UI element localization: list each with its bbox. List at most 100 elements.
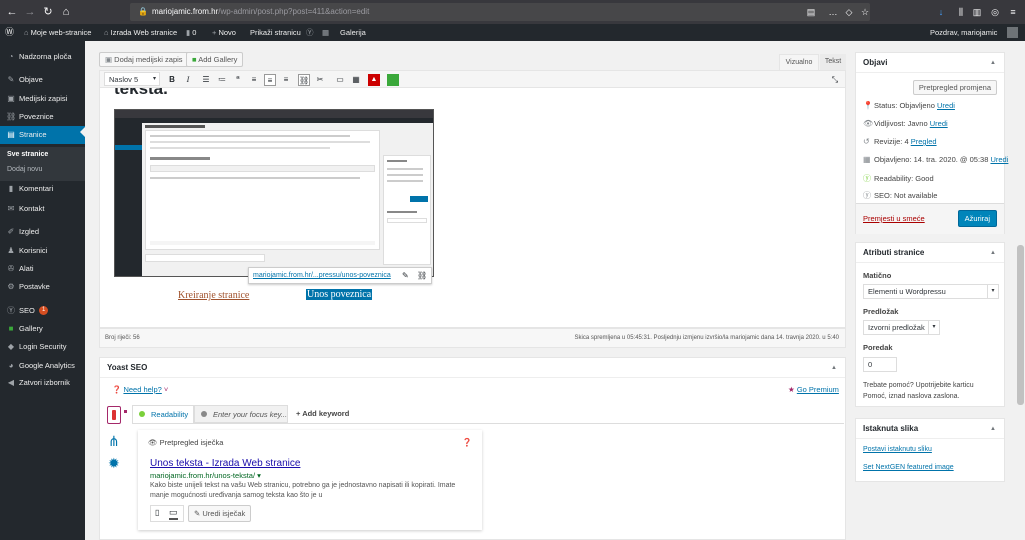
home-icon[interactable]: ⌂	[58, 4, 74, 20]
reader-icon[interactable]: ▤	[804, 5, 818, 19]
tab-readability[interactable]: Readability	[132, 405, 194, 423]
adminbar-comments[interactable]: ▮ 0	[186, 24, 196, 41]
sidebar-item-poveznice[interactable]: ⛓ Poveznice	[0, 108, 85, 126]
desktop-icon[interactable]: ▭	[169, 507, 178, 520]
sidebar-item-komentari[interactable]: ▮ Komentari	[0, 180, 85, 198]
selected-link-unos-poveznica[interactable]: Unos poveznica	[306, 289, 373, 300]
scrollbar-thumb[interactable]	[1017, 245, 1024, 405]
mobile-icon[interactable]: ▯	[155, 508, 159, 517]
link-popup-url[interactable]: mariojamic.from.hr/...pressu/unos-povezn…	[253, 272, 391, 279]
sidebar-item-nadzorna-ploča[interactable]: ◔ Nadzorna ploča	[0, 48, 85, 66]
adminbar-new[interactable]: + Novo	[212, 24, 236, 41]
set-nextgen-image-link[interactable]: Set NextGEN featured image	[863, 464, 954, 471]
wordpress-logo-icon[interactable]: Ⓦ	[5, 24, 14, 41]
edit-snippet-button[interactable]: ✎ Uredi isječak	[188, 505, 252, 522]
help-icon[interactable]: ❓	[462, 438, 472, 447]
edit-link-icon[interactable]: ✎	[402, 271, 409, 280]
pocket-icon[interactable]: ◇	[842, 5, 856, 19]
align-center-icon[interactable]: ≡	[264, 74, 276, 86]
sidebar-item-postavke[interactable]: ⚙ Postavke	[0, 278, 85, 296]
sidebar-item-zatvori-izbornik[interactable]: ◀ Zatvori izbornik	[0, 374, 85, 392]
unlink-icon[interactable]: ✂	[314, 74, 326, 86]
link-kreiranje-stranice[interactable]: Kreiranje stranice	[178, 290, 249, 301]
back-icon[interactable]: ←	[4, 4, 20, 20]
sidebar-item-medijski-zapisi[interactable]: ▣ Medijski zapisi	[0, 90, 85, 108]
read-more-icon[interactable]: ▭	[334, 74, 346, 86]
embedded-screenshot-image[interactable]	[114, 109, 434, 277]
sidebar-item-izgled[interactable]: ✐ Izgled	[0, 223, 85, 241]
sidebar-item-objave[interactable]: ✎ Objave	[0, 71, 85, 89]
toggle-arrow-icon[interactable]: ▲	[831, 358, 837, 378]
edit-visibility-link[interactable]: Uredi	[930, 119, 948, 128]
gallery-insert-icon[interactable]	[387, 74, 399, 86]
focus-keyword-input[interactable]: Enter your focus key...	[213, 410, 287, 419]
link-icon[interactable]: ⛓	[298, 74, 310, 86]
revisions-link[interactable]: Pregled	[911, 137, 937, 146]
remove-link-icon[interactable]: ⛓	[417, 271, 427, 280]
sidebar-item-login-security[interactable]: ◆ Login Security	[0, 338, 85, 356]
share-icon[interactable]: ⋔	[108, 433, 120, 450]
parent-select[interactable]: Elementi u Wordpressu ▾	[863, 284, 999, 299]
edit-date-link[interactable]: Uredi	[990, 155, 1008, 164]
go-premium-link[interactable]: ★ Go Premium	[788, 385, 839, 394]
adminbar-site[interactable]: ⌂ Moje web-stranice	[24, 24, 91, 41]
update-button[interactable]: Ažuriraj	[957, 210, 997, 227]
submenu-add-new[interactable]: Dodaj novu	[0, 163, 85, 177]
editor-content[interactable]: teksta. Kreiranje stranice Unos poveznic…	[99, 88, 846, 328]
gallery-adminbar-icon[interactable]: ▦	[322, 24, 329, 41]
sidebar-item-stranice[interactable]: ▤ Stranice	[0, 126, 85, 144]
add-keyword-button[interactable]: + Add keyword	[296, 409, 349, 418]
bullet-list-icon[interactable]: ☰	[200, 74, 212, 86]
toolbar-toggle-icon[interactable]: ▦	[350, 74, 362, 86]
submenu-all-pages[interactable]: Sve stranice	[0, 148, 85, 162]
adminbar-view[interactable]: Prikaži stranicu	[250, 24, 301, 41]
yoast-help[interactable]: ❓ Need help? ˅	[112, 385, 168, 394]
sidebar-item-gallery[interactable]: ■ Gallery	[0, 320, 85, 338]
library-icon[interactable]: ⫼	[954, 5, 968, 19]
publish-header[interactable]: Objavi ▲	[856, 53, 1004, 73]
toggle-arrow-icon[interactable]: ▲	[990, 53, 996, 73]
more-icon[interactable]: …	[826, 5, 840, 19]
sidebar-item-seo[interactable]: Ⓨ SEO 1	[0, 302, 85, 320]
forward-icon[interactable]: →	[22, 4, 38, 20]
adminbar-gallery[interactable]: Galerija	[340, 24, 366, 41]
sidebar-item-alati[interactable]: ✇ Alati	[0, 260, 85, 278]
sidebar-icon[interactable]: ▥	[970, 5, 984, 19]
align-left-icon[interactable]: ≡	[248, 74, 260, 86]
set-featured-image-link[interactable]: Postavi istaknutu sliku	[863, 446, 932, 453]
bold-icon[interactable]: B	[166, 74, 178, 86]
tab-visual[interactable]: Vizualno	[779, 54, 819, 70]
align-right-icon[interactable]: ≡	[280, 74, 292, 86]
tab-focus-keyword[interactable]: Enter your focus key...	[194, 405, 288, 423]
template-select[interactable]: Izvorni predložak ▾	[863, 320, 940, 335]
order-input[interactable]: 0	[863, 357, 897, 372]
yoast-header[interactable]: Yoast SEO ▲	[100, 358, 845, 378]
reload-icon[interactable]: ↻	[40, 4, 56, 20]
add-gallery-button[interactable]: ■ Add Gallery	[186, 52, 244, 67]
sidebar-item-kontakt[interactable]: ✉ Kontakt	[0, 200, 85, 218]
cog-icon[interactable]: ✹	[108, 455, 120, 472]
numbered-list-icon[interactable]: ≔	[216, 74, 228, 86]
toggle-arrow-icon[interactable]: ▲	[990, 419, 996, 439]
account-icon[interactable]: ◎	[988, 5, 1002, 19]
preview-changes-button[interactable]: Pretpregled promjena	[912, 80, 997, 95]
format-select[interactable]: Naslov 5 ▾	[104, 72, 160, 86]
fullscreen-icon[interactable]: ⤡	[829, 74, 841, 86]
trash-link[interactable]: Premjesti u smeće	[863, 214, 925, 223]
sidebar-item-google-analytics[interactable]: ◕ Google Analytics	[0, 357, 85, 375]
toggle-arrow-icon[interactable]: ▲	[990, 243, 996, 263]
bookmark-star-icon[interactable]: ☆	[858, 5, 872, 19]
pdf-icon[interactable]: ▲	[368, 74, 380, 86]
adminbar-site2[interactable]: ⌂ Izrada Web stranice	[104, 24, 177, 41]
italic-icon[interactable]: I	[182, 74, 194, 86]
add-media-button[interactable]: ▣ Dodaj medijski zapis	[99, 52, 189, 67]
download-icon[interactable]: ↓	[934, 5, 948, 19]
avatar[interactable]	[1007, 27, 1018, 38]
sidebar-item-korisnici[interactable]: ♟ Korisnici	[0, 242, 85, 260]
yoast-adminbar-icon[interactable]: Ⓨ	[306, 24, 314, 41]
attributes-header[interactable]: Atributi stranice ▲	[856, 243, 1004, 263]
edit-status-link[interactable]: Uredi	[937, 101, 955, 110]
snippet-preview-title[interactable]: 👁 Pretpregled isječka	[148, 438, 223, 447]
featured-header[interactable]: Istaknuta slika ▲	[856, 419, 1004, 439]
quote-icon[interactable]: “	[232, 74, 244, 86]
